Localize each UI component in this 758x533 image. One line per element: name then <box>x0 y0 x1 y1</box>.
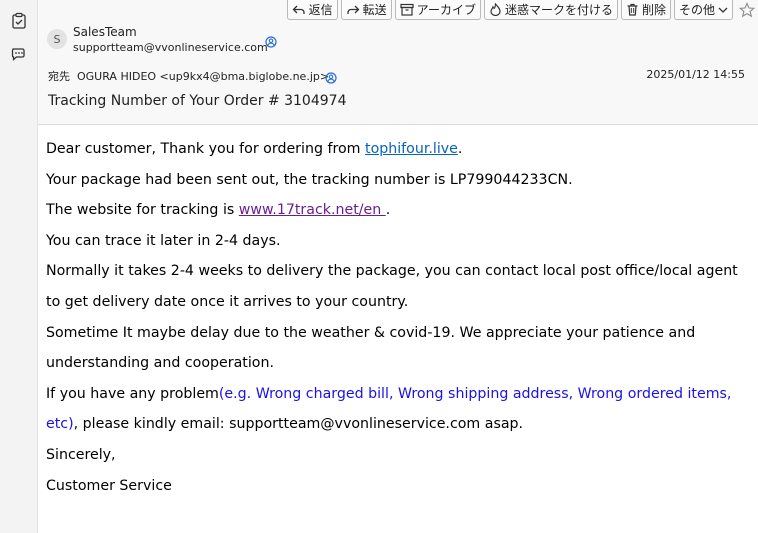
message-toolbar: 返信 転送 アーカイブ 迷惑マークを付ける 削除 その他 <box>286 0 758 22</box>
body-text: Dear customer, Thank you for ordering fr… <box>46 141 365 157</box>
more-label: その他 <box>678 3 715 17</box>
tasks-icon[interactable] <box>10 12 28 30</box>
more-button[interactable]: その他 <box>673 0 733 20</box>
body-line: Dear customer, Thank you for ordering fr… <box>46 134 751 165</box>
forward-icon <box>347 5 360 14</box>
body-text: , please kindly email: supportteam@vvonl… <box>73 416 524 433</box>
body-line: Customer Service <box>46 477 172 494</box>
chevron-down-icon <box>718 7 728 13</box>
tracking-link[interactable]: www.17track.net/en <box>239 202 386 218</box>
reply-icon <box>292 5 305 14</box>
archive-label: アーカイブ <box>416 3 476 17</box>
reply-button[interactable]: 返信 <box>286 0 338 20</box>
add-contact-icon[interactable] <box>265 33 277 52</box>
delete-button[interactable]: 削除 <box>620 0 671 20</box>
chat-icon[interactable] <box>10 45 28 63</box>
body-line: The website for tracking is www.17track.… <box>46 195 751 226</box>
message-date: 2025/01/12 14:55 <box>646 68 745 81</box>
archive-button[interactable]: アーカイブ <box>394 0 481 20</box>
message-body: Dear customer, Thank you for ordering fr… <box>46 134 751 501</box>
forward-button[interactable]: 転送 <box>340 0 392 20</box>
reply-label: 返信 <box>308 3 333 17</box>
archive-icon <box>400 3 414 16</box>
body-text: . <box>457 141 463 157</box>
body-line: Your package had been sent out, the trac… <box>46 171 573 188</box>
forward-label: 転送 <box>362 3 387 17</box>
left-sidebar <box>0 0 38 533</box>
store-link[interactable]: tophifour.live <box>365 141 458 157</box>
body-text: If you have any problem <box>46 385 219 402</box>
body-text: The website for tracking is <box>46 202 239 219</box>
avatar: S <box>47 29 67 49</box>
recipient-row: 宛先 OGURA HIDEO <up9kx4@bma.biglobe.ne.jp… <box>48 68 329 84</box>
sender-name[interactable]: SalesTeam <box>73 25 137 39</box>
trash-icon <box>627 3 638 16</box>
delete-label: 削除 <box>641 3 666 17</box>
junk-flame-icon <box>490 3 501 16</box>
junk-button[interactable]: 迷惑マークを付ける <box>483 0 618 20</box>
junk-label: 迷惑マークを付ける <box>504 3 613 17</box>
body-line: If you have any problem(e.g. Wrong charg… <box>46 379 751 440</box>
star-button[interactable] <box>736 0 758 20</box>
star-icon <box>739 2 755 18</box>
body-text: . <box>385 202 391 219</box>
to-label: 宛先 <box>48 70 70 83</box>
body-line: Sincerely, <box>46 446 116 463</box>
body-line: Sometime It maybe delay due to the weath… <box>46 324 696 372</box>
sender-email[interactable]: supportteam@vvonlineservice.com <box>73 41 268 54</box>
message-header: 返信 転送 アーカイブ 迷惑マークを付ける 削除 その他 S SalesTeam… <box>38 0 758 125</box>
message-subject: Tracking Number of Your Order # 3104974 <box>48 93 347 109</box>
recipient-contact-icon[interactable] <box>325 69 337 88</box>
body-line: You can trace it later in 2-4 days. <box>46 232 281 249</box>
recipient[interactable]: OGURA HIDEO <up9kx4@bma.biglobe.ne.jp> <box>77 70 329 83</box>
body-line: Normally it takes 2-4 weeks to delivery … <box>46 263 738 310</box>
